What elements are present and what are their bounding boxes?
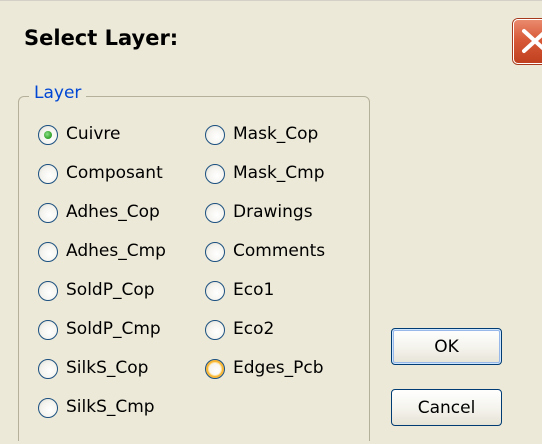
- layer-radio-soldp-cop[interactable]: SoldP_Cop: [38, 279, 188, 305]
- radio-selected-dot: [44, 131, 52, 139]
- radio-circle[interactable]: [205, 164, 225, 184]
- radio-circle[interactable]: [205, 125, 225, 145]
- radio-circle[interactable]: [205, 242, 225, 262]
- layer-radio-label: Eco2: [233, 319, 275, 339]
- layer-radio-label: Mask_Cmp: [233, 163, 325, 183]
- layer-radio-eco1[interactable]: Eco1: [205, 279, 355, 305]
- title-bar[interactable]: Select Layer:: [0, 0, 542, 74]
- layer-radio-adhes-cop[interactable]: Adhes_Cop: [38, 201, 188, 227]
- layer-group-label: Layer: [29, 83, 87, 103]
- radio-circle[interactable]: [205, 359, 225, 379]
- layer-radio-label: SilkS_Cmp: [66, 397, 155, 417]
- layer-radio-drawings[interactable]: Drawings: [205, 201, 355, 227]
- radio-circle[interactable]: [38, 359, 58, 379]
- radio-circle[interactable]: [205, 320, 225, 340]
- layer-radio-silks-cop[interactable]: SilkS_Cop: [38, 357, 188, 383]
- layer-radio-label: Comments: [233, 241, 326, 261]
- radio-circle[interactable]: [38, 242, 58, 262]
- layer-radio-label: Adhes_Cop: [66, 202, 160, 222]
- ok-button[interactable]: OK: [391, 328, 502, 365]
- layer-radio-label: Drawings: [233, 202, 313, 222]
- radio-circle[interactable]: [38, 320, 58, 340]
- close-x-icon: [522, 29, 542, 53]
- radio-circle[interactable]: [205, 203, 225, 223]
- layer-radio-edges-pcb[interactable]: Edges_Pcb: [205, 357, 355, 383]
- radio-circle[interactable]: [38, 125, 58, 145]
- close-button[interactable]: [513, 19, 542, 64]
- layer-radio-soldp-cmp[interactable]: SoldP_Cmp: [38, 318, 188, 344]
- layer-radio-adhes-cmp[interactable]: Adhes_Cmp: [38, 240, 188, 266]
- layer-radio-label: Edges_Pcb: [233, 358, 324, 378]
- layer-radio-eco2[interactable]: Eco2: [205, 318, 355, 344]
- layer-radio-cuivre[interactable]: Cuivre: [38, 123, 188, 149]
- title-bar-edge: [0, 0, 542, 1]
- layer-radio-mask-cop[interactable]: Mask_Cop: [205, 123, 355, 149]
- radio-circle[interactable]: [38, 164, 58, 184]
- layer-radio-label: Mask_Cop: [233, 124, 319, 144]
- select-layer-dialog: Select Layer: Layer Cuivre Composant Adhes…: [0, 0, 542, 444]
- dialog-title: Select Layer:: [24, 26, 179, 50]
- layer-radio-label: Cuivre: [66, 124, 121, 144]
- radio-circle[interactable]: [38, 398, 58, 418]
- layer-radio-label: SilkS_Cop: [66, 358, 149, 378]
- radio-circle[interactable]: [205, 281, 225, 301]
- layer-radio-label: Eco1: [233, 280, 275, 300]
- layer-radio-composant[interactable]: Composant: [38, 162, 188, 188]
- layer-radio-label: SoldP_Cmp: [66, 319, 161, 339]
- layer-radio-silks-cmp[interactable]: SilkS_Cmp: [38, 396, 188, 422]
- layer-radio-label: SoldP_Cop: [66, 280, 155, 300]
- cancel-button[interactable]: Cancel: [391, 389, 502, 426]
- radio-circle[interactable]: [38, 281, 58, 301]
- layer-radio-mask-cmp[interactable]: Mask_Cmp: [205, 162, 355, 188]
- layer-radio-comments[interactable]: Comments: [205, 240, 355, 266]
- layer-radio-label: Composant: [66, 163, 163, 183]
- layer-radio-label: Adhes_Cmp: [66, 241, 166, 261]
- radio-circle[interactable]: [38, 203, 58, 223]
